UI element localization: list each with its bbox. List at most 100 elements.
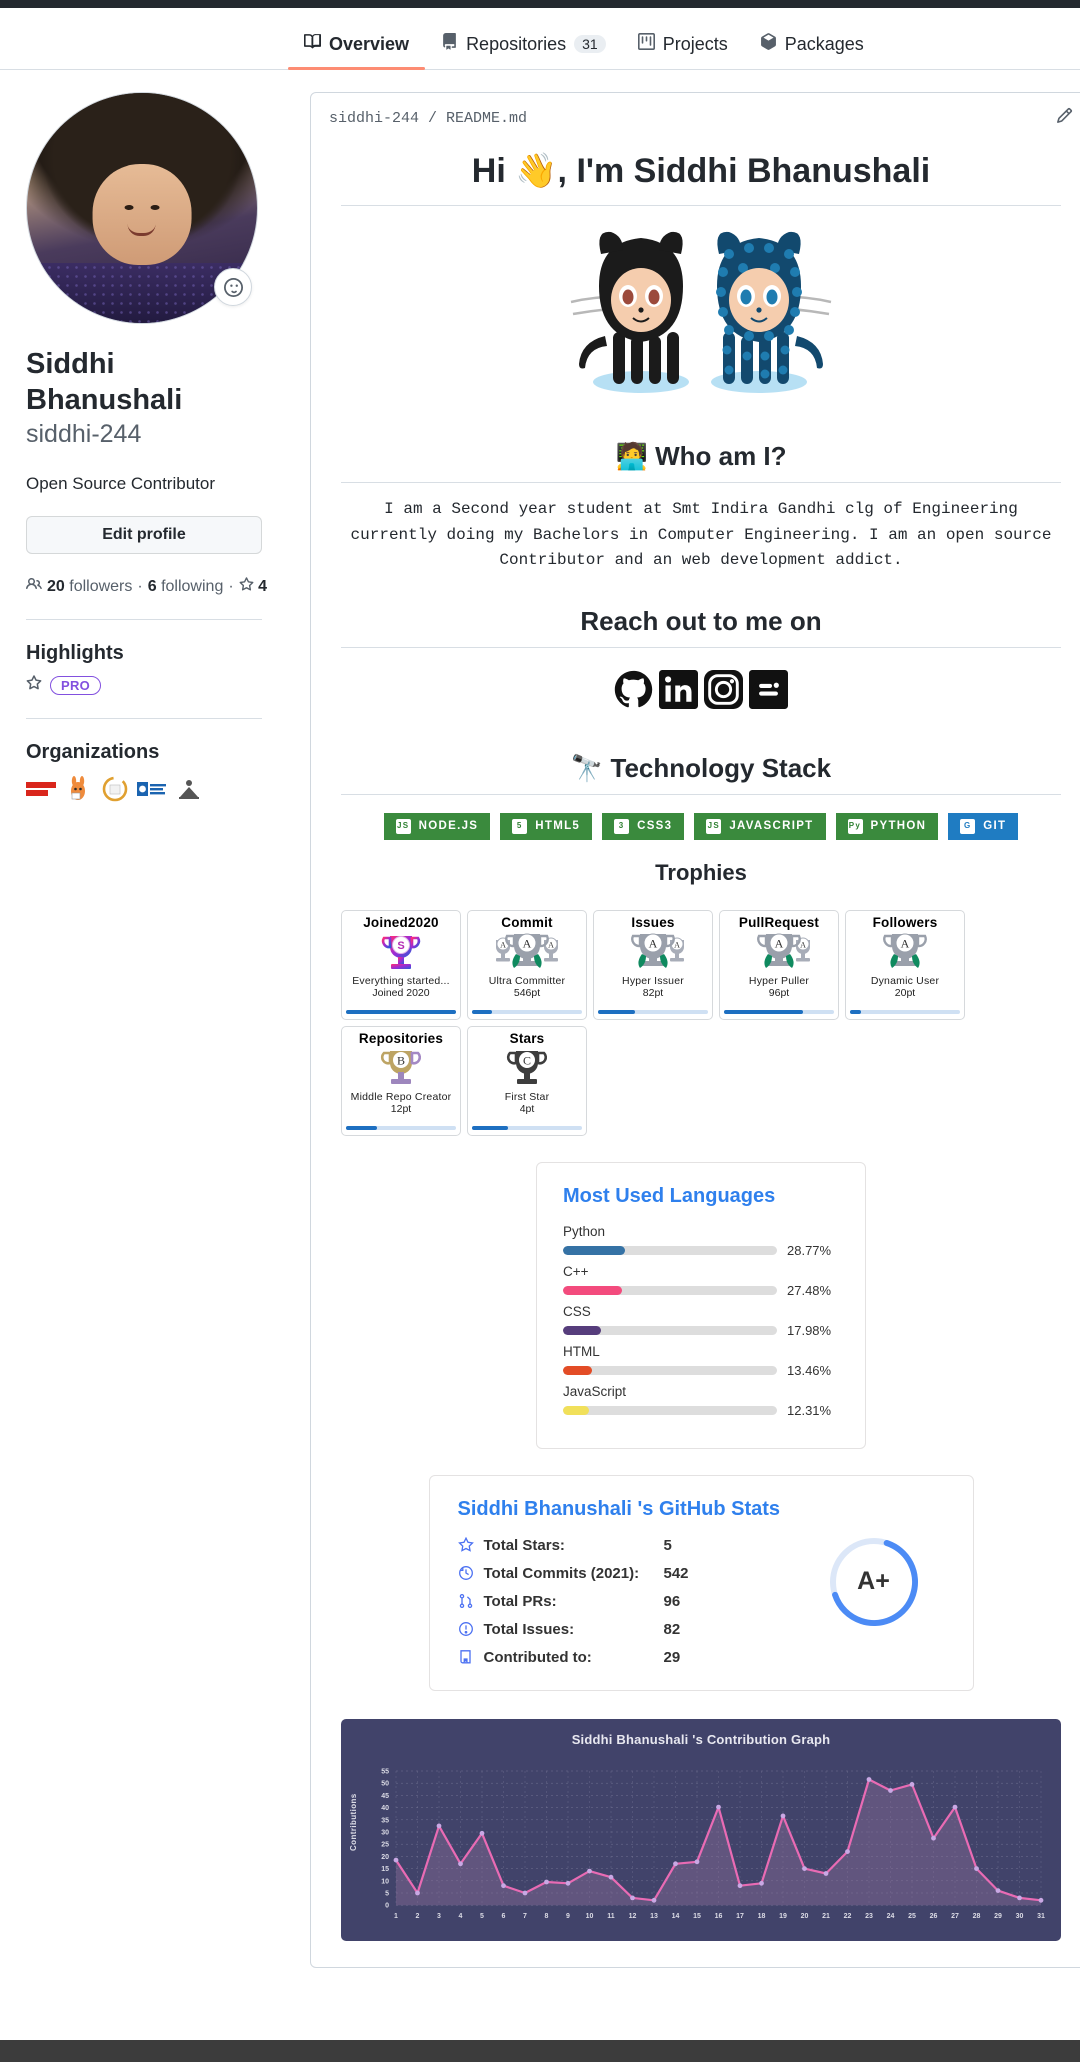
language-bar-track [563, 1245, 777, 1255]
pencil-icon[interactable] [1056, 107, 1073, 129]
badge-javascript[interactable]: JS JAVASCRIPT [694, 812, 826, 840]
trophy-pullrequest[interactable]: PullRequest AA Hyper Puller 96pt [719, 909, 839, 1020]
language-bar-track [563, 1285, 777, 1295]
followers-link[interactable]: 20 followers [47, 578, 132, 596]
trophy-subtitle: First Star [504, 1090, 550, 1103]
sidebar-divider-2 [26, 718, 262, 719]
trophy-art: AA [742, 931, 816, 975]
who-am-i-heading: 🧑‍💻 Who am I? [341, 427, 1061, 483]
badge-python[interactable]: Py PYTHON [835, 812, 939, 840]
stats-card-wrap: Siddhi Bhanushali 's GitHub Stats Total … [341, 1449, 1061, 1691]
stats-card-title: Siddhi Bhanushali 's GitHub Stats [457, 1497, 781, 1520]
status-emoji-button[interactable] [214, 268, 252, 306]
trophy-art: B [374, 1047, 428, 1091]
svg-text:A: A [649, 936, 658, 950]
language-row-python: Python 28.77% [563, 1224, 839, 1258]
svg-text:10: 10 [586, 1913, 594, 1920]
trophy-joined2020[interactable]: Joined2020 S Everything started... Joine… [341, 909, 461, 1020]
svg-text:15: 15 [381, 1866, 389, 1873]
trophy-title: Commit [501, 914, 553, 930]
history-icon [458, 1565, 484, 1581]
trophy-followers[interactable]: Followers A Dynamic User 20pt [845, 909, 965, 1020]
tab-packages[interactable]: Packages [744, 33, 880, 69]
trophies-grid: Joined2020 S Everything started... Joine… [341, 896, 1061, 1136]
breadcrumb-separator: / [419, 109, 447, 127]
badge-git-label: GIT [983, 820, 1007, 833]
avatar-container [26, 92, 258, 324]
javascript-icon: JS [706, 818, 722, 834]
language-percent: 13.46% [787, 1362, 832, 1378]
badge-git[interactable]: G GIT [948, 812, 1019, 840]
svg-text:4: 4 [459, 1913, 463, 1920]
tab-overview[interactable]: Overview [288, 33, 426, 70]
trophy-progress [346, 1009, 456, 1014]
breadcrumb-file[interactable]: README.md [446, 110, 527, 127]
following-link[interactable]: 6 following [148, 578, 224, 596]
linkedin-icon[interactable] [659, 669, 698, 709]
window-bottom-bar [0, 2040, 1080, 2062]
trophy-repositories[interactable]: Repositories B Middle Repo Creator 12pt [341, 1025, 461, 1136]
trophy-art: AAA [490, 931, 564, 975]
trophy-issues[interactable]: Issues AA Hyper Issuer 82pt [593, 909, 713, 1020]
trophy-commit[interactable]: Commit A A A Ultra Committer 546pt [467, 909, 587, 1020]
trophy-points: Joined 2020 [372, 986, 430, 999]
svg-text:27: 27 [951, 1913, 959, 1920]
trophy-subtitle: Middle Repo Creator [350, 1090, 452, 1103]
instagram-icon[interactable] [704, 669, 743, 709]
highlights-title: Highlights [26, 642, 124, 664]
svg-text:26: 26 [930, 1913, 938, 1920]
stat-value: 5 [663, 1536, 672, 1554]
following-label: following [161, 577, 224, 595]
org-open-code-source[interactable] [137, 774, 167, 804]
book-icon [304, 33, 322, 55]
avatar-eye-left [124, 204, 134, 210]
stars-link[interactable]: 4 [239, 576, 267, 597]
svg-text:A: A [523, 936, 532, 950]
language-name: CSS [563, 1303, 591, 1319]
badge-nodejs[interactable]: JS NODE.JS [383, 812, 491, 840]
trophy-points: 546pt [513, 986, 541, 999]
trophy-title: Repositories [358, 1030, 444, 1046]
badge-css3[interactable]: 3 CSS3 [602, 812, 685, 840]
language-name: C++ [563, 1263, 589, 1279]
svg-text:9: 9 [566, 1913, 570, 1920]
language-percent: 17.98% [787, 1322, 832, 1338]
badge-html5[interactable]: 5 HTML5 [500, 812, 593, 840]
stat-total-prs: Total PRs: 96 [458, 1593, 825, 1610]
trophies-heading: Trophies [655, 859, 747, 885]
tab-repositories[interactable]: Repositories 31 [425, 33, 622, 69]
trophy-subtitle: Hyper Issuer [622, 974, 684, 987]
main-content: siddhi-244 / README.md Hi 👋, I'm Siddhi … [288, 70, 1080, 1968]
svg-text:16: 16 [715, 1913, 723, 1920]
stat-label: Total Issues: [483, 1620, 575, 1638]
org-fossasia[interactable] [26, 774, 56, 804]
edit-profile-button[interactable]: Edit profile [26, 516, 262, 554]
svg-text:A: A [500, 940, 506, 949]
avatar-smile [127, 224, 156, 236]
svg-text:10: 10 [381, 1878, 389, 1885]
highlight-pro[interactable]: PRO [26, 675, 262, 696]
blogger-icon[interactable] [749, 669, 788, 709]
svg-text:0: 0 [385, 1902, 389, 1909]
breadcrumb-user[interactable]: siddhi-244 [329, 110, 419, 127]
css3-icon: 3 [614, 818, 630, 834]
trophy-subtitle: Hyper Puller [748, 974, 810, 987]
org-circle[interactable] [100, 774, 130, 804]
sidebar-divider-1 [26, 619, 262, 620]
svg-text:B: B [397, 1053, 405, 1067]
stat-value: 29 [663, 1648, 681, 1666]
org-mascot[interactable] [63, 774, 93, 804]
org-grey[interactable] [174, 774, 204, 804]
trophy-progress [472, 1009, 582, 1014]
octocat-image [341, 206, 1061, 409]
trophy-stars[interactable]: Stars C First Star 4pt [467, 1025, 587, 1136]
star-icon [457, 1537, 484, 1553]
svg-text:3: 3 [437, 1913, 441, 1920]
svg-text:A: A [800, 940, 806, 949]
svg-text:A: A [674, 940, 680, 949]
github-icon[interactable] [614, 670, 653, 709]
language-row-cpp: C++ 27.48% [563, 1264, 839, 1298]
language-percent: 28.77% [787, 1242, 832, 1258]
tab-projects[interactable]: Projects [622, 33, 744, 69]
svg-text:C: C [523, 1053, 531, 1067]
